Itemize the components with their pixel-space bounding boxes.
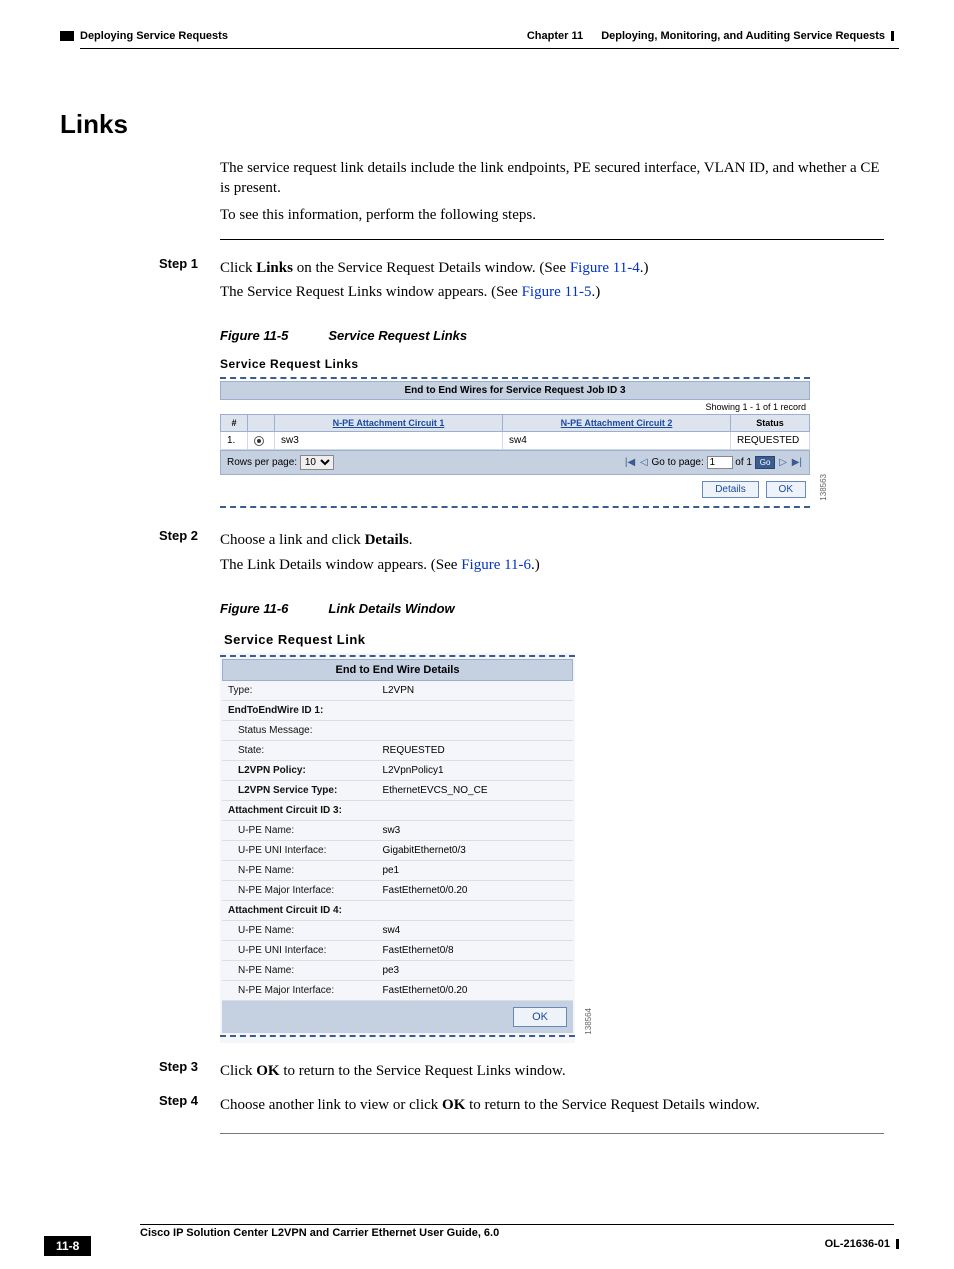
step-3-text: Click OK to return to the Service Reques… (220, 1061, 884, 1081)
figure-11-4-link[interactable]: Figure 11-4 (570, 260, 640, 276)
first-page-icon[interactable]: |◀ (624, 457, 636, 468)
prev-page-icon[interactable]: ◁ (639, 457, 649, 468)
rows-per-page-label: Rows per page: (227, 457, 297, 468)
header-section: Deploying Service Requests (80, 30, 228, 42)
row-radio-icon[interactable] (254, 436, 264, 446)
page-footer: Cisco IP Solution Center L2VPN and Carri… (60, 1224, 894, 1239)
step-3-label: Step 3 (60, 1057, 220, 1085)
figure-11-6-link[interactable]: Figure 11-6 (461, 557, 531, 573)
fig5-table: # N-PE Attachment Circuit 1 N-PE Attachm… (220, 414, 810, 450)
footer-end-marker-icon (896, 1239, 899, 1249)
next-page-icon[interactable]: ▷ (778, 457, 788, 468)
footer-ol-number: OL-21636-01 (825, 1238, 899, 1250)
step-1-line-2: The Service Request Links window appears… (220, 282, 884, 302)
fig6-ok-button[interactable]: OK (513, 1007, 567, 1027)
header-chapter-title: Deploying, Monitoring, and Auditing Serv… (601, 30, 885, 42)
header-marker-icon (60, 31, 74, 41)
figure-11-5-link[interactable]: Figure 11-5 (522, 284, 592, 300)
fig5-col-num: # (221, 415, 248, 432)
intro-paragraph-1: The service request link details include… (220, 158, 884, 199)
fig5-id-number: 138563 (819, 474, 828, 501)
figure-11-5-caption: Figure 11-5Service Request Links (220, 328, 894, 343)
step-2-line-2: The Link Details window appears. (See Fi… (220, 555, 884, 575)
fig5-banner: End to End Wires for Service Request Job… (220, 381, 810, 400)
figure-11-5: Service Request Links End to End Wires f… (220, 353, 810, 508)
step-4-label: Step 4 (60, 1091, 220, 1119)
fig5-col-1[interactable]: N-PE Attachment Circuit 1 (275, 415, 503, 432)
step-1-line-1: Click Links on the Service Request Detai… (220, 258, 884, 278)
header-end-marker-icon (891, 31, 894, 41)
step-1-label: Step 1 (60, 254, 220, 307)
page-header: Deploying Service Requests Chapter 11 De… (60, 30, 894, 42)
footer-guide-title: Cisco IP Solution Center L2VPN and Carri… (140, 1227, 894, 1239)
section-title: Links (60, 109, 894, 140)
fig6-id-number: 138564 (584, 1008, 593, 1035)
header-chapter-label: Chapter 11 (527, 30, 583, 42)
step-2-line-1: Choose a link and click Details. (220, 530, 884, 550)
fig6-table: Type:L2VPN EndToEndWire ID 1: Status Mes… (222, 681, 573, 1001)
figure-11-6: Service Request Link End to End Wire Det… (220, 626, 575, 1043)
fig6-banner: End to End Wire Details (222, 659, 573, 681)
step-2-label: Step 2 (60, 526, 220, 579)
fig5-col-status: Status (731, 415, 810, 432)
goto-of-label: of 1 (735, 457, 752, 468)
last-page-icon[interactable]: ▶| (791, 457, 803, 468)
table-row[interactable]: 1. sw3 sw4 REQUESTED (221, 432, 810, 450)
go-button[interactable]: Go (755, 456, 776, 469)
ok-button[interactable]: OK (766, 481, 806, 498)
rows-per-page-select[interactable]: 10 (300, 455, 334, 470)
fig5-showing: Showing 1 - 1 of 1 record (220, 400, 810, 414)
goto-page-label: Go to page: (651, 457, 703, 468)
goto-page-input[interactable] (707, 456, 733, 469)
fig5-panel-title: Service Request Links (220, 353, 810, 375)
figure-11-6-caption: Figure 11-6Link Details Window (220, 601, 894, 616)
step-4-text: Choose another link to view or click OK … (220, 1095, 884, 1115)
intro-paragraph-2: To see this information, perform the fol… (220, 205, 884, 225)
fig5-pager: Rows per page: 10 |◀ ◁ Go to page: of 1 … (220, 450, 810, 475)
footer-page-number: 11-8 (44, 1236, 91, 1256)
details-button[interactable]: Details (702, 481, 759, 498)
fig6-panel-title: Service Request Link (220, 626, 575, 653)
fig5-col-2[interactable]: N-PE Attachment Circuit 2 (503, 415, 731, 432)
